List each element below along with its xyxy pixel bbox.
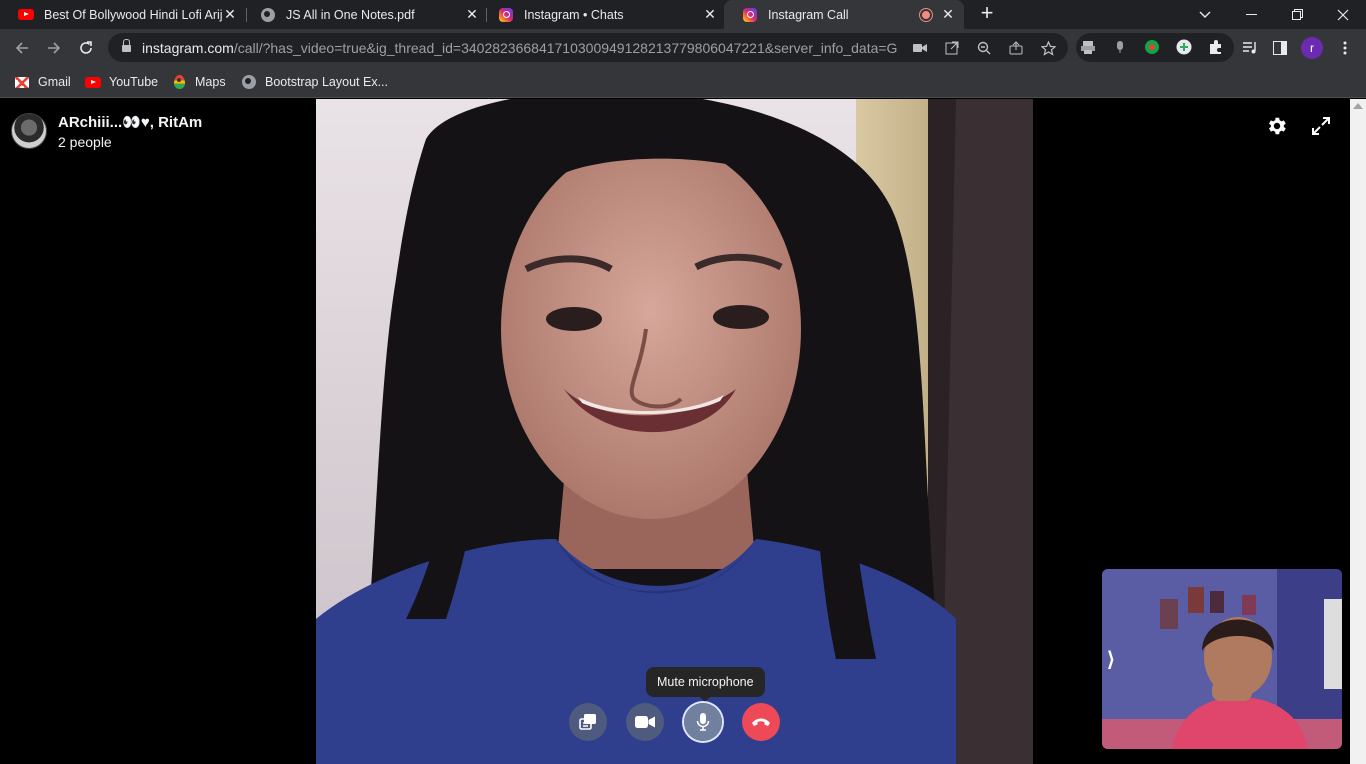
screen-share-button[interactable] bbox=[569, 703, 607, 741]
instagram-icon bbox=[742, 7, 758, 23]
restore-button[interactable] bbox=[1274, 0, 1320, 29]
tab-js-notes[interactable]: JS All in One Notes.pdf ✕ bbox=[242, 0, 488, 29]
new-tab-button[interactable]: + bbox=[976, 2, 998, 25]
extension-mic-icon[interactable] bbox=[1110, 37, 1130, 57]
tab-instagram-call[interactable]: Instagram Call ✕ bbox=[724, 0, 964, 29]
instagram-call-page: ARchiii...👀♥, RitAm 2 people Mute microp… bbox=[0, 99, 1366, 764]
tab-title: Instagram Call bbox=[768, 7, 849, 22]
bookmark-label: Gmail bbox=[38, 75, 71, 89]
thread-avatar[interactable] bbox=[11, 113, 47, 149]
fullscreen-icon[interactable] bbox=[1308, 113, 1334, 139]
globe-icon bbox=[260, 7, 276, 23]
tab-search-chevron-icon[interactable] bbox=[1182, 0, 1228, 29]
tab-title: Best Of Bollywood Hindi Lofi Arijit bbox=[44, 7, 222, 22]
extension-add-icon[interactable] bbox=[1174, 37, 1194, 57]
bookmark-label: Maps bbox=[195, 75, 226, 89]
bookmarks-bar: Gmail YouTube Maps Bootstrap Layout Ex..… bbox=[0, 66, 1366, 98]
tab-youtube-lofi[interactable]: Best Of Bollywood Hindi Lofi Arijit ✕ bbox=[0, 0, 246, 29]
tab-title: JS All in One Notes.pdf bbox=[286, 7, 415, 22]
url-path: /call/?has_video=true&ig_thread_id=34028… bbox=[233, 40, 897, 56]
self-video-preview[interactable]: ⟩ bbox=[1102, 569, 1342, 749]
bookmark-youtube[interactable]: YouTube bbox=[85, 72, 158, 92]
collapse-self-view-chevron-icon[interactable]: ⟩ bbox=[1107, 647, 1115, 672]
lock-icon[interactable] bbox=[122, 39, 131, 53]
extensions-puzzle-icon[interactable] bbox=[1206, 37, 1226, 57]
participant-count: 2 people bbox=[58, 134, 112, 150]
reload-button[interactable] bbox=[72, 34, 100, 62]
browser-tab-strip: Best Of Bollywood Hindi Lofi Arijit ✕ JS… bbox=[0, 0, 1366, 29]
media-control-icon[interactable] bbox=[1236, 34, 1264, 62]
camera-in-use-icon[interactable] bbox=[910, 38, 930, 58]
microphone-icon bbox=[696, 713, 710, 731]
url-text[interactable]: instagram.com/call/?has_video=true&ig_th… bbox=[142, 40, 897, 56]
bookmark-label: Bootstrap Layout Ex... bbox=[265, 75, 388, 89]
zoom-icon[interactable] bbox=[974, 38, 994, 58]
youtube-icon bbox=[18, 7, 34, 23]
close-window-button[interactable] bbox=[1320, 0, 1366, 29]
bookmark-maps[interactable]: Maps bbox=[171, 72, 226, 92]
instagram-icon bbox=[498, 7, 514, 23]
tab-instagram-chats[interactable]: Instagram • Chats ✕ bbox=[480, 0, 726, 29]
minimize-button[interactable] bbox=[1228, 0, 1274, 29]
bookmark-bootstrap[interactable]: Bootstrap Layout Ex... bbox=[241, 72, 388, 92]
close-icon[interactable]: ✕ bbox=[222, 6, 238, 23]
bookmark-gmail[interactable]: Gmail bbox=[14, 72, 71, 92]
end-call-button[interactable] bbox=[742, 703, 780, 741]
microphone-button[interactable] bbox=[684, 703, 722, 741]
maps-icon bbox=[171, 74, 187, 90]
extension-printer-icon[interactable] bbox=[1078, 37, 1098, 57]
tab-title: Instagram • Chats bbox=[524, 7, 624, 22]
close-icon[interactable]: ✕ bbox=[702, 6, 718, 23]
thread-name: ARchiii...👀♥, RitAm bbox=[58, 114, 203, 131]
close-icon[interactable]: ✕ bbox=[940, 6, 956, 23]
page-scrollbar[interactable] bbox=[1350, 99, 1366, 764]
share-icon[interactable] bbox=[1006, 38, 1026, 58]
profile-avatar[interactable]: r bbox=[1301, 37, 1323, 59]
recording-indicator-icon bbox=[920, 8, 932, 21]
forward-button[interactable] bbox=[40, 34, 68, 62]
youtube-icon bbox=[85, 74, 101, 90]
open-in-app-icon[interactable] bbox=[942, 38, 962, 58]
hang-up-icon bbox=[752, 718, 770, 726]
address-bar[interactable]: instagram.com/call/?has_video=true&ig_th… bbox=[108, 33, 1068, 62]
back-button[interactable] bbox=[8, 34, 36, 62]
side-panel-icon[interactable] bbox=[1266, 34, 1294, 62]
bookmark-star-icon[interactable] bbox=[1038, 38, 1058, 58]
globe-icon bbox=[241, 74, 257, 90]
browser-menu-icon[interactable] bbox=[1331, 34, 1359, 62]
remote-video[interactable] bbox=[316, 99, 1033, 764]
extension-grammar-icon[interactable] bbox=[1142, 37, 1162, 57]
screen-share-icon bbox=[579, 714, 596, 730]
settings-gear-icon[interactable] bbox=[1264, 113, 1290, 139]
gmail-icon bbox=[14, 74, 30, 90]
video-camera-icon bbox=[635, 716, 655, 728]
camera-button[interactable] bbox=[626, 703, 664, 741]
bookmark-label: YouTube bbox=[109, 75, 159, 89]
mute-tooltip: Mute microphone bbox=[646, 667, 765, 702]
scroll-up-arrow-icon[interactable] bbox=[1353, 103, 1363, 109]
close-icon[interactable]: ✕ bbox=[464, 6, 480, 23]
url-host: instagram.com bbox=[142, 40, 234, 56]
